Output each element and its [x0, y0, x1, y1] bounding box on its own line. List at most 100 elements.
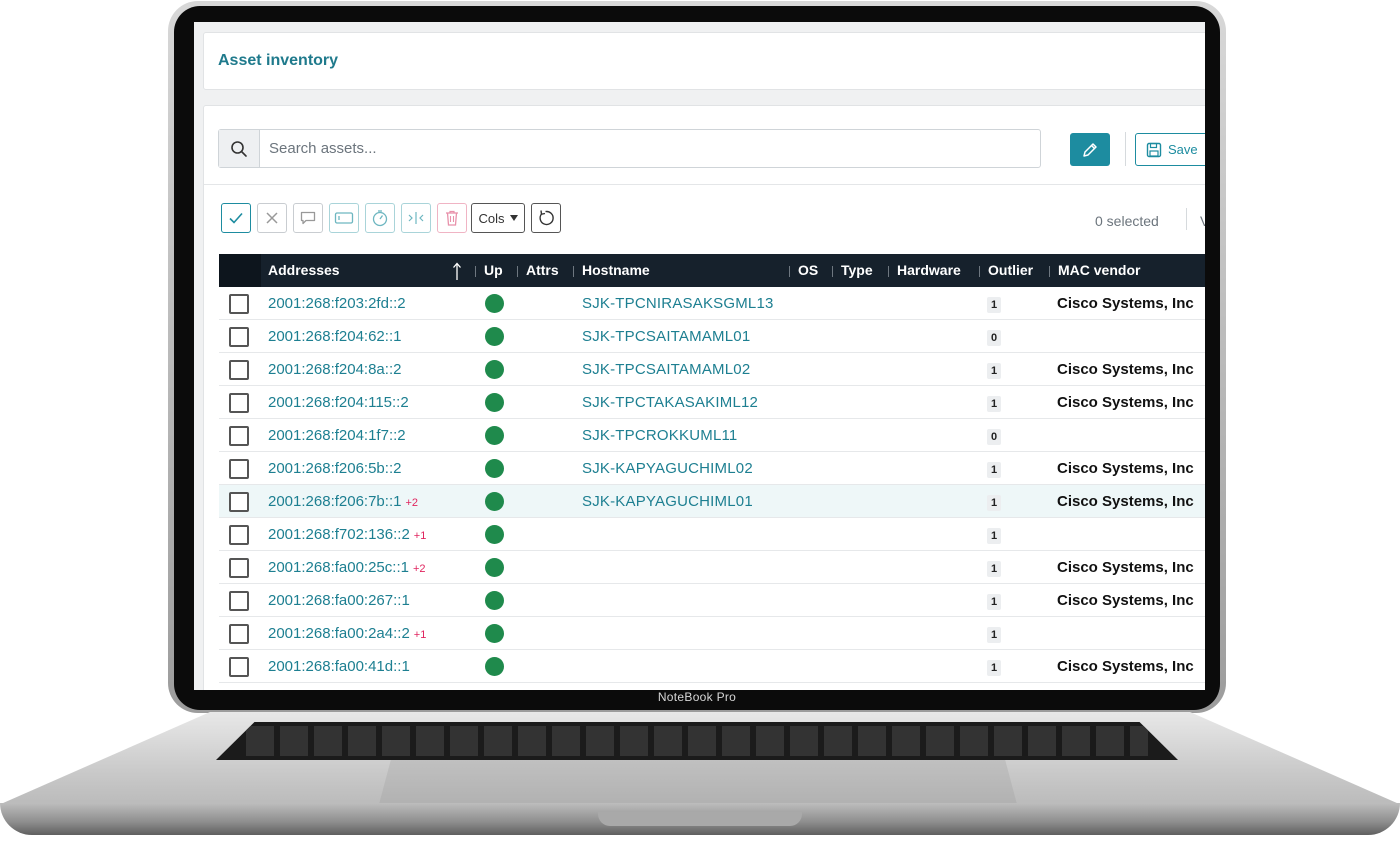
table-row[interactable]: 2001:268:f204:8a::2 SJK-TPCSAITAMAML02 1… — [219, 353, 1205, 386]
comment-icon — [300, 211, 316, 225]
page-title: Asset inventory — [218, 52, 339, 69]
hostname-link[interactable]: SJK-TPCSAITAMAML02 — [582, 361, 750, 378]
up-status-dot — [485, 591, 504, 610]
hostname-link[interactable]: SJK-TPCSAITAMAML01 — [582, 328, 750, 345]
table-row-partial[interactable] — [219, 683, 1205, 690]
rescan-button[interactable] — [365, 203, 395, 233]
row-checkbox[interactable] — [229, 525, 249, 545]
columns-dropdown[interactable]: Cols — [471, 203, 525, 233]
hostname-link[interactable]: SJK-KAPYAGUCHIML02 — [582, 460, 753, 477]
row-checkbox[interactable] — [229, 360, 249, 380]
delete-button[interactable] — [437, 203, 467, 233]
table-row[interactable]: 2001:268:f204:1f7::2 SJK-TPCROKKUML11 0 — [219, 419, 1205, 452]
row-checkbox[interactable] — [229, 393, 249, 413]
address-link[interactable]: 2001:268:f203:2fd::2 — [268, 295, 406, 312]
column-header-outlier[interactable]: Outlier — [988, 254, 1033, 287]
close-icon — [266, 212, 278, 224]
dismiss-button[interactable] — [257, 203, 287, 233]
sort-ascending-icon[interactable] — [452, 261, 462, 281]
up-status-dot — [485, 393, 504, 412]
outlier-badge: 1 — [987, 297, 1001, 313]
outlier-badge: 0 — [987, 330, 1001, 346]
table-row[interactable]: 2001:268:f702:136::2 +1 1 — [219, 518, 1205, 551]
title-card: Asset inventory — [203, 32, 1205, 90]
table-row[interactable]: 2001:268:fa00:41d::1 1 Cisco Systems, In… — [219, 650, 1205, 683]
extra-addresses-badge[interactable]: +2 — [405, 497, 418, 509]
up-status-dot — [485, 657, 504, 676]
row-checkbox[interactable] — [229, 327, 249, 347]
column-header-addresses[interactable]: Addresses — [268, 254, 340, 287]
mac-vendor: Cisco Systems, Inc — [1057, 295, 1194, 312]
outlier-badge: 1 — [987, 462, 1001, 478]
table-row[interactable]: 2001:268:f204:62::1 SJK-TPCSAITAMAML01 0 — [219, 320, 1205, 353]
column-header-hostname[interactable]: Hostname — [582, 254, 650, 287]
column-separator — [888, 266, 889, 277]
row-checkbox[interactable] — [229, 459, 249, 479]
mac-vendor: Cisco Systems, Inc — [1057, 559, 1194, 576]
column-header-mac-vendor[interactable]: MAC vendor — [1058, 254, 1140, 287]
column-header-type[interactable]: Type — [841, 254, 873, 287]
address-link[interactable]: 2001:268:fa00:25c::1 +2 — [268, 559, 426, 576]
column-separator — [573, 266, 574, 277]
table-row[interactable]: 2001:268:fa00:25c::1 +2 1 Cisco Systems, … — [219, 551, 1205, 584]
search-input[interactable] — [261, 130, 1039, 167]
comment-button[interactable] — [293, 203, 323, 233]
address-link[interactable]: 2001:268:f204:1f7::2 — [268, 427, 406, 444]
address-link[interactable]: 2001:268:fa00:2a4::2 +1 — [268, 625, 426, 642]
address-link[interactable]: 2001:268:fa00:267::1 — [268, 592, 410, 609]
save-button[interactable]: Save — [1135, 133, 1205, 166]
column-header-attrs[interactable]: Attrs — [526, 254, 559, 287]
up-status-dot — [485, 327, 504, 346]
row-checkbox[interactable] — [229, 624, 249, 644]
address-link[interactable]: 2001:268:f702:136::2 +1 — [268, 526, 426, 543]
reset-button[interactable] — [531, 203, 561, 233]
screen: Asset inventory Save — [194, 22, 1205, 690]
column-separator — [1049, 266, 1050, 277]
toolbar-separator-right — [1186, 208, 1187, 230]
row-checkbox[interactable] — [229, 591, 249, 611]
row-checkbox[interactable] — [229, 426, 249, 446]
address-link[interactable]: 2001:268:fa00:41d::1 — [268, 658, 410, 675]
row-checkbox[interactable] — [229, 294, 249, 314]
up-status-dot — [485, 294, 504, 313]
table-row-highlighted[interactable]: 2001:268:f206:7b::1 +2 SJK-KAPYAGUCHIML01… — [219, 485, 1205, 518]
up-status-dot — [485, 426, 504, 445]
address-link[interactable]: 2001:268:f204:115::2 — [268, 394, 409, 411]
hostname-link[interactable]: SJK-TPCNIRASAKSGML13 — [582, 295, 774, 312]
table-row[interactable]: 2001:268:fa00:267::1 1 Cisco Systems, In… — [219, 584, 1205, 617]
timer-icon — [372, 210, 388, 227]
merge-button[interactable] — [401, 203, 431, 233]
address-link[interactable]: 2001:268:f206:7b::1 +2 — [268, 493, 418, 510]
row-checkbox[interactable] — [229, 492, 249, 512]
select-all-column[interactable] — [219, 254, 261, 287]
up-status-dot — [485, 360, 504, 379]
edit-button[interactable] — [1070, 133, 1110, 166]
search-button[interactable] — [219, 130, 260, 167]
column-header-hardware[interactable]: Hardware — [897, 254, 961, 287]
table-row[interactable]: 2001:268:fa00:2a4::2 +1 1 — [219, 617, 1205, 650]
column-header-up[interactable]: Up — [484, 254, 503, 287]
confirm-button[interactable] — [221, 203, 251, 233]
address-link[interactable]: 2001:268:f206:5b::2 — [268, 460, 401, 477]
hostname-link[interactable]: SJK-TPCTAKASAKIML12 — [582, 394, 758, 411]
hostname-link[interactable]: SJK-TPCROKKUML11 — [582, 427, 737, 444]
extra-addresses-badge[interactable]: +2 — [413, 563, 426, 575]
save-button-label: Save — [1168, 142, 1198, 157]
row-checkbox[interactable] — [229, 558, 249, 578]
table-row[interactable]: 2001:268:f206:5b::2 SJK-KAPYAGUCHIML02 1… — [219, 452, 1205, 485]
hostname-link[interactable]: SJK-KAPYAGUCHIML01 — [582, 493, 753, 510]
tag-button[interactable] — [329, 203, 359, 233]
column-header-os[interactable]: OS — [798, 254, 818, 287]
table-row[interactable]: 2001:268:f204:115::2 SJK-TPCTAKASAKIML12… — [219, 386, 1205, 419]
address-link[interactable]: 2001:268:f204:8a::2 — [268, 361, 401, 378]
extra-addresses-badge[interactable]: +1 — [414, 629, 427, 641]
table-row[interactable]: 2001:268:f203:2fd::2 SJK-TPCNIRASAKSGML1… — [219, 287, 1205, 320]
row-checkbox[interactable] — [229, 657, 249, 677]
extra-addresses-badge[interactable]: +1 — [414, 530, 427, 542]
column-separator — [789, 266, 790, 277]
up-status-dot — [485, 624, 504, 643]
address-link[interactable]: 2001:268:f204:62::1 — [268, 328, 401, 345]
asset-table-card: Save Cols 0 selecte — [203, 105, 1205, 690]
up-status-dot — [485, 525, 504, 544]
address-text: 2001:268:f203:2fd::2 — [268, 295, 406, 312]
